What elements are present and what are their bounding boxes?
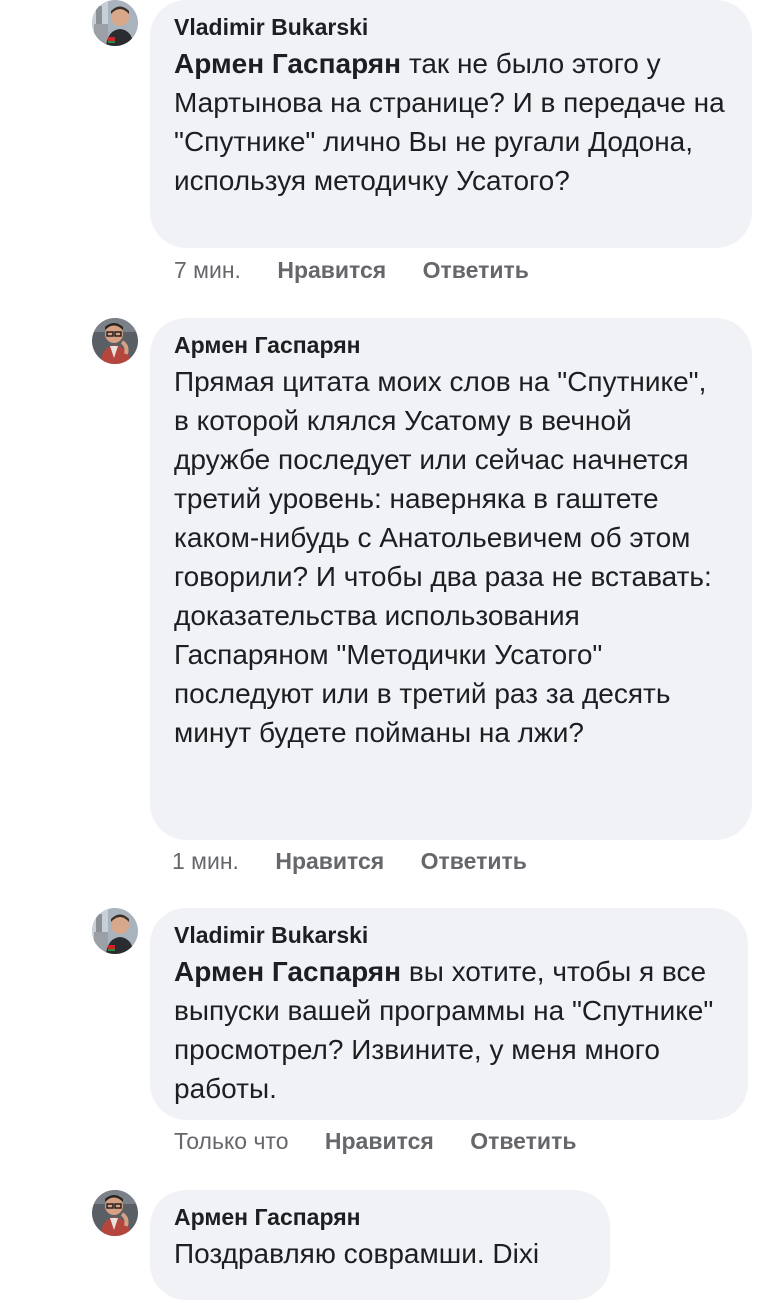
avatar-vladimir-bukarski[interactable]: [92, 0, 138, 46]
comment-text: Армен Гаспарян вы хотите, чтобы я все вы…: [174, 952, 722, 1108]
reply-button[interactable]: Ответить: [423, 257, 529, 283]
avatar-armen-gasparyan[interactable]: [92, 1190, 138, 1236]
like-button[interactable]: Нравится: [277, 257, 386, 283]
profile-photo-icon: [92, 318, 138, 364]
comment-body: Поздравляю соврамши. Dixi: [174, 1238, 540, 1269]
comment-author[interactable]: Vladimir Bukarski: [174, 920, 722, 950]
comment-time[interactable]: 1 мин.: [172, 848, 239, 874]
comment-actions: 1 мин. Нравится Ответить: [172, 847, 557, 875]
comment-author[interactable]: Vladimir Bukarski: [174, 12, 726, 42]
comment-bubble: Vladimir Bukarski Армен Гаспарян так не …: [150, 0, 752, 248]
profile-photo-icon: [92, 908, 138, 954]
avatar-vladimir-bukarski[interactable]: [92, 908, 138, 954]
profile-photo-icon: [92, 0, 138, 46]
comment-actions: Только что Нравится Ответить: [174, 1127, 606, 1155]
comment-actions: 7 мин. Нравится Ответить: [174, 256, 559, 284]
comment-bubble: Армен Гаспарян Поздравляю соврамши. Dixi: [150, 1190, 610, 1300]
mention-link[interactable]: Армен Гаспарян: [174, 48, 401, 79]
profile-photo-icon: [92, 1190, 138, 1236]
comment-author[interactable]: Армен Гаспарян: [174, 330, 726, 360]
comment-author[interactable]: Армен Гаспарян: [174, 1202, 584, 1232]
comment-time[interactable]: 7 мин.: [174, 257, 241, 283]
comment-body: Прямая цитата моих слов на "Спутнике", в…: [174, 366, 712, 748]
comment-text: Армен Гаспарян так не было этого у Марты…: [174, 44, 726, 200]
comment-bubble: Vladimir Bukarski Армен Гаспарян вы хоти…: [150, 908, 748, 1120]
reply-button[interactable]: Ответить: [470, 1128, 576, 1154]
comment-text: Прямая цитата моих слов на "Спутнике", в…: [174, 362, 726, 752]
reply-button[interactable]: Ответить: [421, 848, 527, 874]
comment-bubble: Армен Гаспарян Прямая цитата моих слов н…: [150, 318, 752, 840]
like-button[interactable]: Нравится: [325, 1128, 434, 1154]
mention-link[interactable]: Армен Гаспарян: [174, 956, 401, 987]
comment-text: Поздравляю соврамши. Dixi: [174, 1234, 584, 1273]
like-button[interactable]: Нравится: [275, 848, 384, 874]
comment-time[interactable]: Только что: [174, 1128, 289, 1154]
avatar-armen-gasparyan[interactable]: [92, 318, 138, 364]
